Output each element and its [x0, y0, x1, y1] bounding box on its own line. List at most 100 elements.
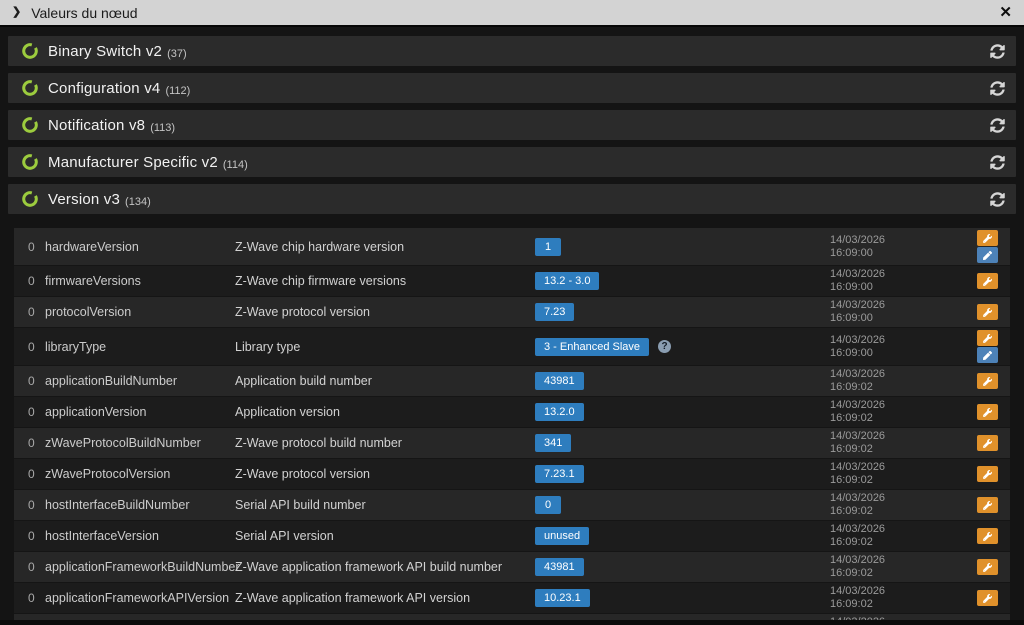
- configure-button[interactable]: [977, 230, 998, 246]
- param-timestamp: 14/03/2026 16:09:02: [830, 585, 977, 611]
- section-value-count: (37): [167, 48, 187, 60]
- edit-button[interactable]: [977, 247, 998, 263]
- param-timestamp: 14/03/2026 16:09:02: [830, 523, 977, 549]
- panel-body: Binary Switch v2 (37) Configuration v4 (…: [0, 27, 1024, 625]
- param-value-cell: 43981: [535, 372, 830, 390]
- table-row: 0 applicationVersion Application version…: [14, 397, 1010, 428]
- wrench-icon: [983, 531, 992, 541]
- wrench-icon: [983, 307, 992, 317]
- refresh-icon[interactable]: [990, 117, 1005, 133]
- section-title: Binary Switch v2: [48, 42, 163, 60]
- timestamp-date: 14/03/2026: [830, 268, 886, 280]
- timestamp-time: 16:09:02: [830, 505, 873, 517]
- command-class-section-header[interactable]: Notification v8 (113): [8, 110, 1016, 140]
- timestamp-date: 14/03/2026: [830, 368, 886, 380]
- timestamp-time: 16:09:02: [830, 567, 873, 579]
- refresh-icon[interactable]: [990, 80, 1005, 96]
- timestamp-time: 16:09:02: [830, 536, 873, 548]
- wrench-icon: [983, 233, 992, 243]
- row-actions: [977, 330, 998, 363]
- param-endpoint: 0: [28, 339, 35, 354]
- param-value-cell: 7.23: [535, 303, 830, 321]
- configure-button[interactable]: [977, 590, 998, 606]
- timestamp-time: 16:09:02: [830, 443, 873, 455]
- timestamp-time: 16:09:02: [830, 381, 873, 393]
- refresh-icon[interactable]: [990, 154, 1005, 170]
- panel-header[interactable]: ❯ Valeurs du nœud ✕: [0, 0, 1024, 27]
- command-class-section-header[interactable]: Manufacturer Specific v2 (114): [8, 147, 1016, 177]
- configure-button[interactable]: [977, 466, 998, 482]
- row-actions: [977, 497, 998, 513]
- timestamp-time: 16:09:02: [830, 412, 873, 424]
- timestamp-date: 14/03/2026: [830, 299, 886, 311]
- section-title: Manufacturer Specific v2: [48, 153, 218, 171]
- param-timestamp: 14/03/2026 16:09:00: [830, 334, 977, 360]
- refresh-icon[interactable]: [990, 191, 1005, 207]
- timestamp-time: 16:09:00: [830, 346, 873, 359]
- table-row: 0 applicationBuildNumber Application bui…: [14, 366, 1010, 397]
- command-class-section-header[interactable]: Version v3 (134): [8, 184, 1016, 214]
- table-row: 0 protocolVersion Z-Wave protocol versio…: [14, 297, 1010, 328]
- row-actions: [977, 404, 998, 420]
- wrench-icon: [983, 500, 992, 510]
- row-actions: [977, 304, 998, 320]
- param-value-cell: 43981: [535, 558, 830, 576]
- table-row: 0 hostInterfaceVersion Serial API versio…: [14, 521, 1010, 552]
- configure-button[interactable]: [977, 497, 998, 513]
- param-timestamp: 14/03/2026 16:09:00: [830, 268, 977, 294]
- edit-button[interactable]: [977, 347, 998, 363]
- value-badge: 43981: [535, 372, 584, 390]
- table-row: 0 applicationFrameworkBuildNumber Z-Wave…: [14, 552, 1010, 583]
- configure-button[interactable]: [977, 528, 998, 544]
- timestamp-date: 14/03/2026: [830, 333, 886, 346]
- status-ring-icon: [22, 154, 38, 170]
- help-icon[interactable]: ?: [658, 340, 672, 353]
- timestamp-time: 16:09:02: [830, 598, 873, 610]
- param-endpoint: 0: [28, 498, 35, 512]
- param-timestamp: 14/03/2026 16:09:02: [830, 492, 977, 518]
- timestamp-date: 14/03/2026: [830, 399, 886, 411]
- close-icon[interactable]: ✕: [999, 5, 1012, 20]
- param-name: applicationFrameworkAPIVersion: [45, 591, 230, 605]
- chevron-right-icon[interactable]: ❯: [12, 7, 21, 18]
- param-description: Application build number: [235, 374, 372, 388]
- param-value-cell: 7.23.1: [535, 465, 830, 483]
- section-value-count: (113): [150, 122, 176, 134]
- command-class-section-header[interactable]: Binary Switch v2 (37): [8, 36, 1016, 66]
- configure-button[interactable]: [977, 330, 998, 346]
- status-ring-icon: [22, 191, 38, 207]
- param-description: Z-Wave application framework API build n…: [235, 560, 503, 574]
- param-timestamp: 14/03/2026 16:09:00: [830, 299, 977, 325]
- configure-button[interactable]: [977, 435, 998, 451]
- status-ring-icon: [22, 117, 38, 133]
- timestamp-time: 16:09:00: [830, 312, 873, 324]
- param-endpoint: 0: [28, 405, 35, 419]
- param-timestamp: 14/03/2026 16:09:00: [830, 234, 977, 260]
- command-class-section-header[interactable]: Configuration v4 (112): [8, 73, 1016, 103]
- refresh-icon[interactable]: [990, 43, 1005, 59]
- param-name: hostInterfaceVersion: [45, 529, 159, 543]
- section-title: Configuration v4: [48, 79, 161, 97]
- section-value-count: (114): [222, 159, 248, 171]
- row-actions: [977, 273, 998, 289]
- configure-button[interactable]: [977, 559, 998, 575]
- value-badge: 7.23: [535, 303, 575, 321]
- configure-button[interactable]: [977, 404, 998, 420]
- section-value-count: (134): [125, 196, 151, 208]
- value-badge: 1: [535, 237, 561, 256]
- row-actions: [977, 590, 998, 606]
- param-endpoint: 0: [28, 591, 35, 605]
- configure-button[interactable]: [977, 273, 998, 289]
- table-row: 0 zWaveProtocolVersion Z-Wave protocol v…: [14, 459, 1010, 490]
- param-endpoint: 0: [28, 239, 35, 254]
- value-badge: unused: [535, 527, 590, 545]
- param-description: Z-Wave application framework API version: [235, 591, 471, 605]
- wrench-icon: [983, 276, 992, 286]
- timestamp-time: 16:09:00: [830, 246, 873, 259]
- configure-button[interactable]: [977, 304, 998, 320]
- wrench-icon: [983, 562, 992, 572]
- section-title: Notification v8: [48, 116, 146, 134]
- pencil-icon: [983, 250, 992, 260]
- configure-button[interactable]: [977, 373, 998, 389]
- timestamp-date: 14/03/2026: [830, 492, 886, 504]
